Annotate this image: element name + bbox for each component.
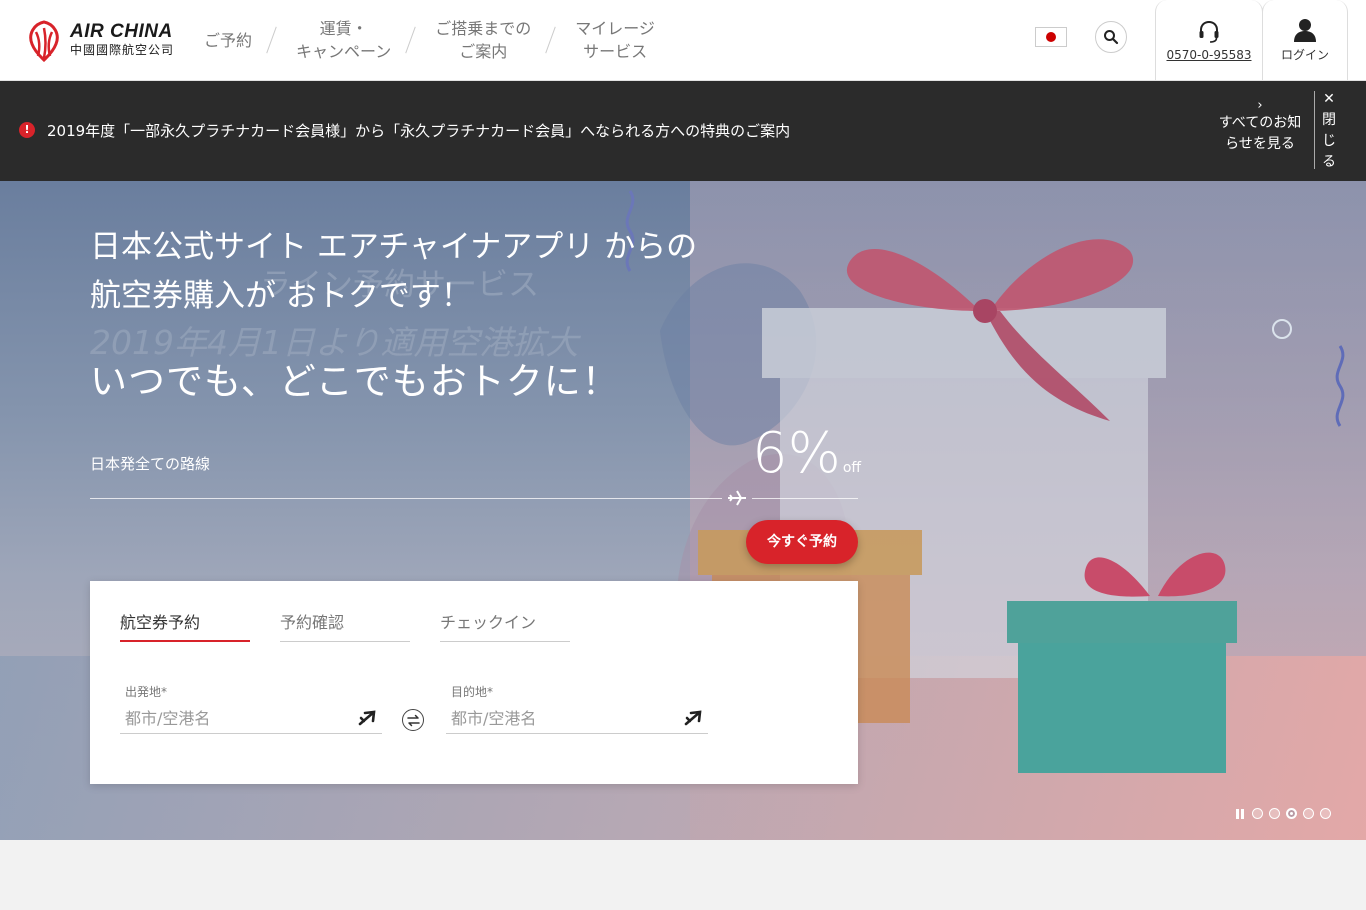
swap-icon [406,714,420,726]
nav-label: ご搭乗までの [435,19,532,38]
hero-headline-line: 日本公式サイト エアチャイナアプリ からの [90,229,698,265]
origin-field: 出発地* [120,681,382,734]
hero-headline: 日本公式サイト エアチャイナアプリ からの 航空券購入が おトクです！ [90,223,697,321]
discount-suffix: off [842,460,862,476]
nav-item-fares-campaigns[interactable]: 運賃・ キャンペーン [274,17,413,63]
origin-label: 出発地* [125,685,168,699]
notice-divider [1314,91,1315,169]
view-all-label: らせを見る [1225,136,1295,152]
discount-value: 6% [752,421,841,486]
carousel-dot[interactable] [1320,808,1331,819]
search-button[interactable] [1095,21,1127,53]
ribbon-decoration [1084,552,1226,597]
origin-input[interactable] [125,706,350,730]
nav-item-boarding-guide[interactable]: ご搭乗までの ご案内 [413,17,553,63]
route-line [90,498,722,499]
nav-label: サービス [583,42,648,61]
ribbon-decoration [846,239,1134,421]
headset-icon [1199,20,1219,43]
destination-input[interactable] [451,706,676,730]
book-now-button[interactable]: 今すぐ予約 [746,520,858,564]
nav-label: ご案内 [459,42,508,61]
login-button[interactable]: ログイン [1262,0,1348,80]
carousel-controls [1236,808,1331,819]
nav-item-reservation[interactable]: ご予約 [182,29,274,52]
gift-decoration [1018,643,1226,773]
route-label: 日本発全ての路線 [90,455,211,473]
logo-text-en: AIR CHINA [70,21,173,42]
booking-panel: 航空券予約 予約確認 チェックイン 出発地* 目的地* [90,581,858,784]
close-icon: ✕ [1323,91,1335,107]
booking-tabs: 航空券予約 予約確認 チェックイン [120,609,570,642]
route-line [752,498,858,499]
pause-icon[interactable] [1236,808,1246,819]
japan-flag-icon [1046,32,1056,42]
air-china-logo-icon [29,20,59,62]
plane-arrival-icon [684,710,702,726]
nav-label: 運賃・ [319,19,368,38]
notice-link[interactable]: 2019年度「一部永久プラチナカード会員様」から「永久プラチナカード会員」へなら… [47,120,790,141]
phone-number-link[interactable]: 0570-0-95583 [1166,48,1251,62]
carousel-dot[interactable] [1252,808,1263,819]
contact-phone[interactable]: 0570-0-95583 [1155,0,1263,80]
hero-subheadline: いつでも、どこでもおトクに！ [90,360,620,403]
tab-check-in[interactable]: チェックイン [440,609,570,642]
discount-badge: 6% off [752,421,861,486]
nav-label: マイレージ [575,19,655,38]
air-china-logo[interactable]: AIR CHINA 中國國際航空公司 [24,17,174,63]
plane-icon [728,490,746,506]
chevron-right-icon: › [1257,98,1263,113]
tab-flight-booking[interactable]: 航空券予約 [120,609,250,642]
alert-icon: ! [19,122,35,138]
destination-field: 目的地* [446,681,708,734]
view-all-label: すべてのお知 [1218,115,1302,131]
nav-label: ご予約 [204,30,253,50]
close-label: じ [1322,133,1336,149]
search-icon [1104,30,1119,45]
main-nav: ご予約 運賃・ キャンペーン ご搭乗までの ご案内 マイレージ サービス [182,0,677,80]
close-label: 閉 [1322,112,1336,128]
nav-label: キャンペーン [296,42,392,61]
login-label: ログイン [1280,48,1329,62]
carousel-dot-active[interactable] [1286,808,1297,819]
close-notice-button[interactable]: ✕ 閉 じ る [1318,89,1340,173]
carousel-dot[interactable] [1269,808,1280,819]
gift-decoration [1007,601,1237,643]
logo-text-cn: 中國國際航空公司 [70,43,175,57]
nav-item-mileage-service[interactable]: マイレージ サービス [553,17,677,63]
user-icon [1294,19,1316,42]
carousel-dot[interactable] [1303,808,1314,819]
site-header: AIR CHINA 中國國際航空公司 ご予約 運賃・ キャンペーン ご搭乗までの… [0,0,1366,81]
close-label: る [1322,154,1336,170]
destination-label: 目的地* [451,685,494,699]
tab-manage-booking[interactable]: 予約確認 [280,609,410,642]
language-selector[interactable] [1035,27,1067,47]
view-all-notices-link[interactable]: › すべてのお知 らせを見る [1210,99,1310,155]
plane-departure-icon [358,710,376,726]
swap-button[interactable] [402,709,424,731]
notice-bar: ! 2019年度「一部永久プラチナカード会員様」から「永久プラチナカード会員」へ… [0,81,1366,181]
hero-headline-line: 航空券購入が おトクです！ [90,278,472,314]
